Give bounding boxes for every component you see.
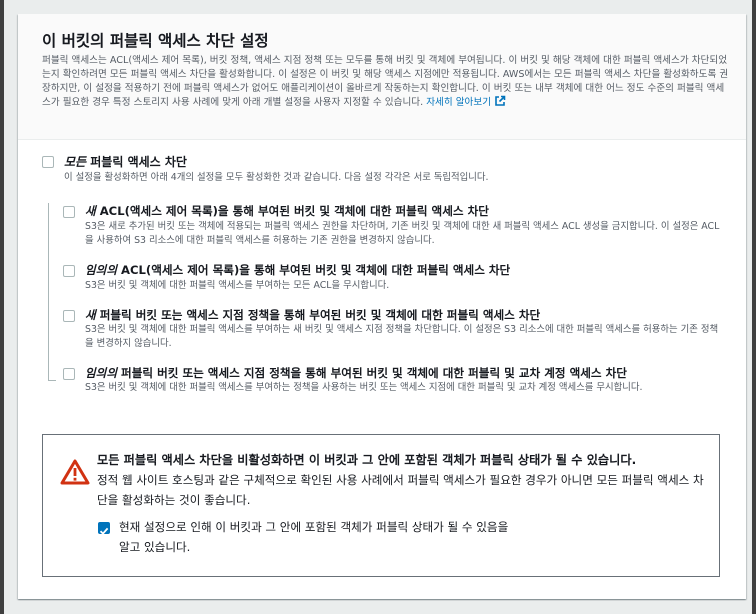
block-new-acls-title: 새 ACL(액세스 제어 목록)을 통해 부여된 버킷 및 객체에 대한 퍼블릭… [85,203,489,219]
public-access-warning-alert: 모든 퍼블릭 액세스 차단을 비활성화하면 이 버킷과 그 안에 포함된 객체가… [42,434,720,577]
block-new-policies-checkbox[interactable] [63,310,75,322]
block-all-description: 이 설정을 활성화하면 아래 4개의 설정을 모두 활성화한 것과 같습니다. … [64,172,489,183]
block-any-acls-checkbox[interactable] [63,265,75,277]
block-public-access-panel: 이 버킷의 퍼블릭 액세스 차단 설정 퍼블릭 액세스는 ACL(액세스 제어 … [18,14,746,599]
warning-triangle-icon [60,459,90,485]
block-new-policies-title-rest: 퍼블릭 버킷 또는 액세스 지점 정책을 통해 부여된 버킷 및 객체에 대한 … [95,308,541,322]
learn-more-label: 자세히 알아보기 [426,97,492,109]
panel-title: 이 버킷의 퍼블릭 액세스 차단 설정 [42,32,269,50]
tree-connector-vertical [48,203,49,380]
warning-description: 정적 웹 사이트 호스팅과 같은 구체적으로 확인된 사용 사례에서 퍼블릭 액… [97,473,704,507]
block-new-policies-title: 새 퍼블릭 버킷 또는 액세스 지점 정책을 통해 부여된 버킷 및 객체에 대… [85,307,540,323]
acknowledge-label: 현재 설정으로 인해 이 버킷과 그 안에 포함된 객체가 퍼블릭 상태가 될 … [119,520,509,554]
block-all-title-rest: 퍼블릭 액세스 차단 [86,155,187,169]
block-new-policies-description: S3은 버킷 및 객체에 대한 퍼블릭 액세스를 부여하는 새 버킷 및 액세스… [85,324,719,349]
block-any-acls-title: 임의의 ACL(액세스 제어 목록)을 통해 부여된 버킷 및 객체에 대한 퍼… [85,262,510,278]
block-all-title: 모든 퍼블릭 액세스 차단 [64,153,187,170]
external-link-icon [495,96,506,107]
block-all-checkbox[interactable] [42,156,54,168]
block-new-acls-title-rest: ACL(액세스 제어 목록)을 통해 부여된 버킷 및 객체에 대한 퍼블릭 액… [95,204,489,218]
block-any-policies-checkbox[interactable] [63,368,75,380]
panel-description-text: 퍼블릭 액세스는 ACL(액세스 제어 목록), 버킷 정책, 액세스 지점 정… [42,55,729,109]
block-new-acls-description: S3은 새로 추가된 버킷 또는 객체에 적용되는 퍼블릭 액세스 권한을 차단… [85,221,720,246]
block-any-acls-title-emphasis: 임의의 [85,263,117,277]
window-frame: 이 버킷의 퍼블릭 액세스 차단 설정 퍼블릭 액세스는 ACL(액세스 제어 … [0,0,756,614]
tree-connector-end [48,380,56,381]
block-new-acls-checkbox[interactable] [63,206,75,218]
learn-more-link[interactable]: 자세히 알아보기 [426,96,506,109]
warning-title: 모든 퍼블릭 액세스 차단을 비활성화하면 이 버킷과 그 안에 포함된 객체가… [97,453,637,467]
block-any-acls-title-rest: ACL(액세스 제어 목록)을 통해 부여된 버킷 및 객체에 대한 퍼블릭 액… [117,263,511,277]
block-all-title-emphasis: 모든 [64,155,87,169]
checkmark-icon [99,527,109,535]
block-any-policies-title-rest: 퍼블릭 버킷 또는 액세스 지점 정책을 통해 부여된 버킷 및 객체에 대한 … [117,366,627,380]
panel-description: 퍼블릭 액세스는 ACL(액세스 제어 목록), 버킷 정책, 액세스 지점 정… [42,54,732,110]
block-any-acls-description: S3은 버킷 및 객체에 대한 퍼블릭 액세스를 부여하는 모든 ACL을 무시… [85,280,390,291]
block-any-policies-title: 임의의 퍼블릭 버킷 또는 액세스 지점 정책을 통해 부여된 버킷 및 객체에… [85,365,627,381]
block-any-policies-title-emphasis: 임의의 [85,366,117,380]
acknowledge-checkbox[interactable] [98,522,110,535]
block-any-policies-description: S3은 버킷 및 객체에 대한 퍼블릭 액세스를 부여하는 정책을 사용하는 버… [85,382,643,393]
block-new-policies-title-emphasis: 새 [85,308,96,322]
panel-header: 이 버킷의 퍼블릭 액세스 차단 설정 퍼블릭 액세스는 ACL(액세스 제어 … [18,14,746,140]
block-new-acls-title-emphasis: 새 [85,204,96,218]
